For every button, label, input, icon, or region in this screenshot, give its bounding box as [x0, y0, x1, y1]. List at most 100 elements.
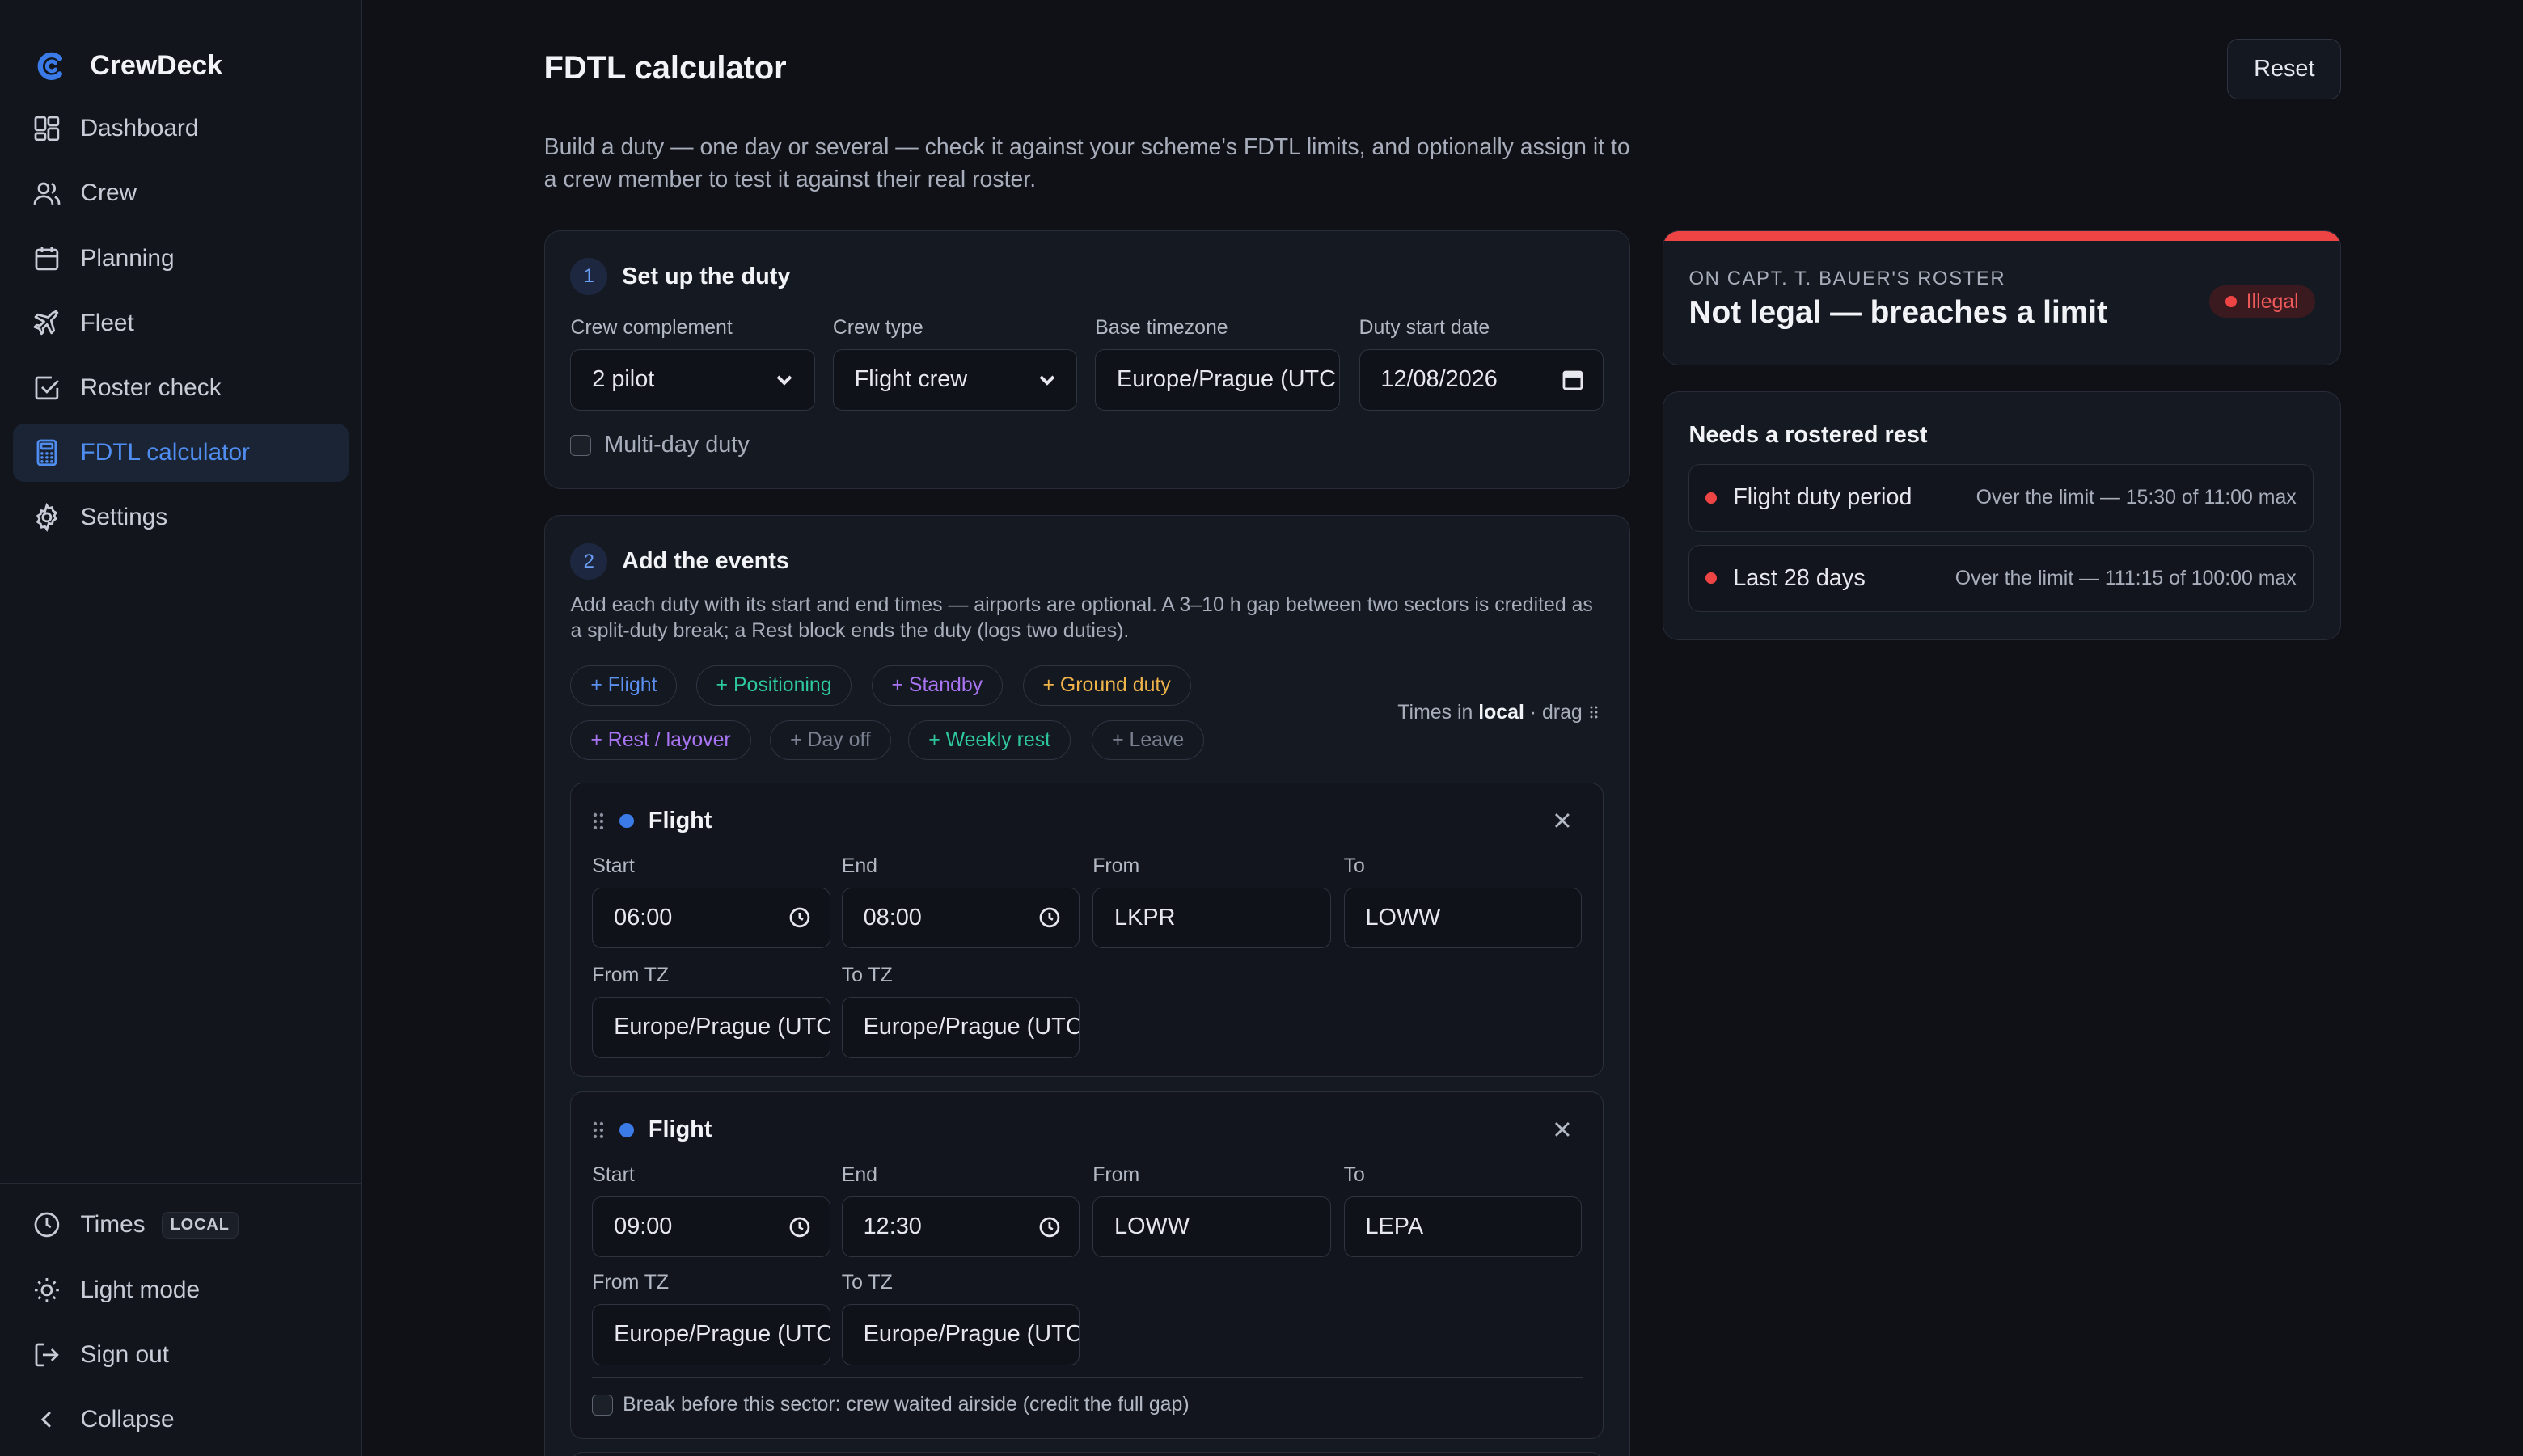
field-label: Base timezone: [1095, 316, 1228, 340]
sidebar-item-settings[interactable]: Settings: [13, 488, 349, 547]
sidebar-item-planning[interactable]: Planning: [13, 230, 349, 288]
event-card: Flight Start 06:00 End 08:00 From LKPR T…: [570, 783, 1604, 1078]
break-option[interactable]: Break before this sector: crew waited ai…: [592, 1393, 1190, 1416]
sidebar-nav: Dashboard Crew Planning Fleet Roster che…: [0, 99, 361, 547]
divider: [592, 1377, 1584, 1378]
add-flight-chip[interactable]: + Flight: [570, 665, 678, 706]
main-content: FDTL calculator Reset Build a duty — one…: [362, 0, 2523, 1456]
sidebar-item-label: Crew: [80, 179, 137, 207]
add-leave-chip[interactable]: + Leave: [1092, 720, 1205, 761]
limit-name: Last 28 days: [1733, 564, 1866, 591]
rest-card-title: Needs a rostered rest: [1688, 422, 1928, 449]
start-time-field: Start 09:00: [592, 1163, 830, 1258]
start-time-field: Start 06:00: [592, 855, 830, 949]
duty-start-date-input[interactable]: 12/08/2026: [1359, 348, 1604, 411]
duty-start-date-field: Duty start date 12/08/2026: [1359, 316, 1604, 411]
sidebar-item-label: Planning: [80, 244, 175, 272]
close-icon[interactable]: [1553, 811, 1572, 830]
sidebar-item-roster-check[interactable]: Roster check: [13, 359, 349, 417]
field-label: From TZ: [592, 964, 670, 986]
end-time-field: End 08:00: [841, 855, 1080, 949]
brand-name: CrewDeck: [90, 50, 223, 82]
times-note-local: local: [1478, 700, 1524, 724]
chevron-down-icon: [776, 375, 792, 386]
sidebar-item-crew[interactable]: Crew: [13, 165, 349, 223]
input-value: Europe/Prague (UTC: [614, 1014, 830, 1040]
calendar-icon: [35, 247, 59, 270]
limit-row: Flight duty period Over the limit — 15:3…: [1688, 464, 2314, 532]
event-header: Flight: [592, 1116, 712, 1143]
limit-detail: Over the limit — 111:15 of 100:00 max: [1955, 566, 2297, 589]
crewdeck-logo-icon: [37, 52, 62, 80]
input-value: Europe/Prague (UTC: [863, 1014, 1080, 1040]
from-airport-input[interactable]: LOWW: [1092, 1196, 1331, 1258]
step-header: 2 Add the events: [570, 542, 789, 580]
from-tz-field: From TZ Europe/Prague (UTC: [592, 1271, 830, 1365]
calendar-icon[interactable]: [1561, 368, 1585, 392]
times-mode-toggle[interactable]: Times LOCAL: [13, 1196, 349, 1255]
to-tz-input[interactable]: Europe/Prague (UTC: [841, 1304, 1080, 1365]
drag-handle-icon[interactable]: [592, 1120, 605, 1140]
from-tz-input[interactable]: Europe/Prague (UTC: [592, 1304, 830, 1365]
close-icon[interactable]: [1553, 1120, 1572, 1139]
step-title: Set up the duty: [622, 263, 791, 289]
add-positioning-chip[interactable]: + Positioning: [695, 665, 852, 706]
to-airport-field: To LOWW: [1343, 854, 1583, 949]
end-time-field: End 12:30: [841, 1163, 1080, 1258]
select-value: Flight crew: [854, 366, 968, 393]
add-standby-chip[interactable]: + Standby: [871, 665, 1003, 706]
sidebar: CrewDeck Dashboard Crew Planning Fleet R…: [0, 0, 362, 1456]
multi-day-option[interactable]: Multi-day duty: [570, 432, 750, 458]
event-type-dot: [619, 1122, 635, 1137]
to-airport-input[interactable]: LEPA: [1343, 1196, 1583, 1258]
input-value: 08:00: [863, 904, 922, 931]
multi-day-label: Multi-day duty: [604, 432, 750, 458]
brand[interactable]: CrewDeck: [0, 0, 361, 99]
start-time-input[interactable]: 09:00: [592, 1196, 830, 1258]
add-day-off-chip[interactable]: + Day off: [770, 720, 891, 761]
sidebar-item-fleet[interactable]: Fleet: [13, 294, 349, 352]
clock-icon[interactable]: [1038, 905, 1062, 930]
field-label: To: [1343, 854, 1365, 877]
times-note-suffix: · drag: [1524, 700, 1583, 724]
drag-handle-icon[interactable]: [592, 812, 605, 831]
step-header: 1 Set up the duty: [570, 258, 791, 296]
step-number: 2: [570, 542, 608, 580]
break-checkbox[interactable]: [592, 1394, 614, 1416]
field-label: From: [1092, 854, 1140, 877]
clock-icon[interactable]: [788, 905, 812, 930]
crew-type-select[interactable]: Flight crew: [832, 348, 1078, 411]
multi-day-checkbox[interactable]: [570, 434, 592, 456]
sign-out-button[interactable]: Sign out: [13, 1326, 349, 1384]
end-time-input[interactable]: 08:00: [841, 887, 1080, 949]
end-time-input[interactable]: 12:30: [841, 1196, 1080, 1258]
check-square-icon: [35, 376, 59, 400]
to-airport-input[interactable]: LOWW: [1343, 887, 1583, 949]
event-type-title: Flight: [648, 807, 712, 834]
to-tz-input[interactable]: Europe/Prague (UTC: [841, 996, 1080, 1058]
from-tz-field: From TZ Europe/Prague (UTC: [592, 964, 830, 1058]
sidebar-item-dashboard[interactable]: Dashboard: [13, 99, 349, 158]
sidebar-item-label: Settings: [80, 504, 168, 531]
base-timezone-input[interactable]: Europe/Prague (UTC: [1095, 348, 1340, 411]
dashboard-icon: [34, 116, 60, 141]
sidebar-item-fdtl-calculator[interactable]: FDTL calculator: [12, 424, 349, 482]
from-tz-input[interactable]: Europe/Prague (UTC: [592, 996, 830, 1058]
from-airport-input[interactable]: LKPR: [1092, 887, 1331, 949]
add-weekly-rest-chip[interactable]: + Weekly rest: [908, 720, 1071, 761]
add-rest-layover-chip[interactable]: + Rest / layover: [570, 720, 751, 761]
crew-complement-select[interactable]: 2 pilot: [570, 348, 815, 411]
light-mode-toggle[interactable]: Light mode: [13, 1261, 349, 1319]
reset-button[interactable]: Reset: [2227, 38, 2342, 100]
clock-icon[interactable]: [788, 1215, 812, 1239]
field-label: Crew type: [832, 316, 923, 340]
light-mode-label: Light mode: [80, 1276, 201, 1303]
add-ground-duty-chip[interactable]: + Ground duty: [1022, 665, 1191, 706]
step-title: Add the events: [622, 548, 789, 574]
status-dot: [2225, 296, 2237, 308]
collapse-label: Collapse: [80, 1405, 175, 1433]
input-value: LOWW: [1114, 1213, 1190, 1239]
start-time-input[interactable]: 06:00: [592, 887, 830, 949]
collapse-sidebar-button[interactable]: Collapse: [13, 1391, 349, 1449]
clock-icon[interactable]: [1038, 1215, 1062, 1239]
